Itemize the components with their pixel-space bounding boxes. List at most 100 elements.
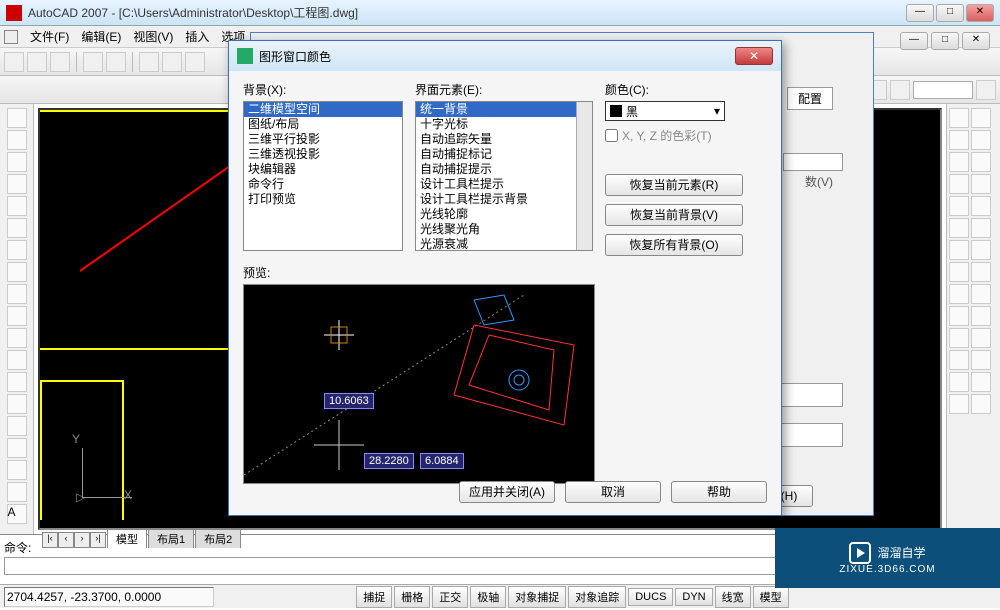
list-item[interactable]: 自动捕捉提示 bbox=[416, 162, 592, 177]
model-toggle[interactable]: 模型 bbox=[753, 586, 789, 608]
revcloud-icon[interactable] bbox=[7, 262, 27, 282]
ellipse-icon[interactable] bbox=[7, 306, 27, 326]
options-tab-config[interactable]: 配置 bbox=[787, 87, 833, 110]
print-icon[interactable] bbox=[83, 52, 103, 72]
list-item[interactable]: 块编辑器 bbox=[244, 162, 402, 177]
break-icon[interactable] bbox=[971, 218, 991, 238]
restore-element-button[interactable]: 恢复当前元素(R) bbox=[605, 174, 743, 196]
child-minimize-button[interactable]: — bbox=[900, 32, 928, 50]
rectangle-icon[interactable] bbox=[7, 196, 27, 216]
ellipsearc-icon[interactable] bbox=[7, 328, 27, 348]
stretch-icon[interactable] bbox=[949, 196, 969, 216]
context-listbox[interactable]: 二维模型空间 图纸/布局 三维平行投影 三维透视投影 块编辑器 命令行 打印预览 bbox=[243, 101, 403, 251]
menu-file[interactable]: 文件(F) bbox=[30, 28, 69, 45]
insert-icon[interactable] bbox=[7, 350, 27, 370]
lineweight-icon[interactable] bbox=[976, 80, 996, 100]
list-item[interactable]: 打印预览 bbox=[244, 192, 402, 207]
hatch-icon[interactable] bbox=[7, 416, 27, 436]
new-icon[interactable] bbox=[4, 52, 24, 72]
extend-icon[interactable] bbox=[949, 218, 969, 238]
tab-prev-icon[interactable]: ‹ bbox=[58, 532, 74, 548]
dim-ordinate-icon[interactable] bbox=[971, 328, 991, 348]
tint-checkbox[interactable]: X, Y, Z 的色彩(T) bbox=[605, 127, 743, 144]
region-icon[interactable] bbox=[7, 460, 27, 480]
copy2-icon[interactable] bbox=[971, 108, 991, 128]
dyn-toggle[interactable]: DYN bbox=[675, 588, 712, 606]
color-icon[interactable] bbox=[890, 80, 910, 100]
grid-toggle[interactable]: 栅格 bbox=[394, 586, 430, 608]
restore-context-button[interactable]: 恢复当前背景(V) bbox=[605, 204, 743, 226]
offset-icon[interactable] bbox=[971, 130, 991, 150]
maximize-button[interactable]: □ bbox=[936, 4, 964, 22]
list-item[interactable]: 光线轮廓 bbox=[416, 207, 592, 222]
scrollbar[interactable] bbox=[576, 102, 592, 250]
polar-toggle[interactable]: 极轴 bbox=[470, 586, 506, 608]
arc-icon[interactable] bbox=[7, 218, 27, 238]
list-item[interactable]: 十字光标 bbox=[416, 117, 592, 132]
copy-icon[interactable] bbox=[162, 52, 182, 72]
dim-diameter-icon[interactable] bbox=[971, 306, 991, 326]
close-button[interactable]: ✕ bbox=[966, 4, 994, 22]
dialog-close-button[interactable]: ✕ bbox=[735, 47, 773, 65]
list-item[interactable]: 命令行 bbox=[244, 177, 402, 192]
polygon-icon[interactable] bbox=[7, 174, 27, 194]
table-icon[interactable] bbox=[7, 482, 27, 502]
child-close-button[interactable]: ✕ bbox=[962, 32, 990, 50]
leader-icon[interactable] bbox=[949, 350, 969, 370]
dim-radius-icon[interactable] bbox=[949, 306, 969, 326]
tab-first-icon[interactable]: |‹ bbox=[42, 532, 58, 548]
apply-close-button[interactable]: 应用并关闭(A) bbox=[459, 481, 555, 503]
cut-icon[interactable] bbox=[139, 52, 159, 72]
list-item[interactable]: 统一背景 bbox=[416, 102, 592, 117]
list-item[interactable]: 图纸/布局 bbox=[244, 117, 402, 132]
center-icon[interactable] bbox=[949, 372, 969, 392]
paste-icon[interactable] bbox=[185, 52, 205, 72]
list-item[interactable]: 二维模型空间 bbox=[244, 102, 402, 117]
tolerance-icon[interactable] bbox=[971, 350, 991, 370]
dialog-title-bar[interactable]: 图形窗口颜色 ✕ bbox=[229, 41, 781, 71]
move-icon[interactable] bbox=[971, 152, 991, 172]
array-icon[interactable] bbox=[949, 152, 969, 172]
linetype-select[interactable] bbox=[913, 81, 973, 99]
rotate-icon[interactable] bbox=[949, 174, 969, 194]
open-icon[interactable] bbox=[27, 52, 47, 72]
erase-icon[interactable] bbox=[949, 108, 969, 128]
lwt-toggle[interactable]: 线宽 bbox=[715, 586, 751, 608]
mirror-icon[interactable] bbox=[949, 130, 969, 150]
spline-icon[interactable] bbox=[7, 284, 27, 304]
list-item[interactable]: 自动追踪矢量 bbox=[416, 132, 592, 147]
ortho-toggle[interactable]: 正交 bbox=[432, 586, 468, 608]
dim-linear-icon[interactable] bbox=[949, 284, 969, 304]
color-dropdown[interactable]: 黑 ▾ bbox=[605, 101, 725, 121]
minimize-button[interactable]: — bbox=[906, 4, 934, 22]
restore-all-button[interactable]: 恢复所有背景(O) bbox=[605, 234, 743, 256]
list-item[interactable]: 设计工具栏提示 bbox=[416, 177, 592, 192]
otrack-toggle[interactable]: 对象追踪 bbox=[568, 586, 626, 608]
scale-icon[interactable] bbox=[971, 174, 991, 194]
osnap-toggle[interactable]: 对象捕捉 bbox=[508, 586, 566, 608]
list-item[interactable]: 三维透视投影 bbox=[244, 147, 402, 162]
tab-last-icon[interactable]: ›| bbox=[90, 532, 106, 548]
join-icon[interactable] bbox=[949, 240, 969, 260]
dimtedit-icon[interactable] bbox=[949, 394, 969, 414]
menu-insert[interactable]: 插入 bbox=[185, 28, 209, 45]
child-maximize-button[interactable]: □ bbox=[931, 32, 959, 50]
dim-aligned-icon[interactable] bbox=[971, 284, 991, 304]
menu-edit[interactable]: 编辑(E) bbox=[81, 28, 121, 45]
list-item[interactable]: 三维平行投影 bbox=[244, 132, 402, 147]
explode-icon[interactable] bbox=[971, 262, 991, 282]
xline-icon[interactable] bbox=[7, 130, 27, 150]
tab-layout1[interactable]: 布局1 bbox=[148, 529, 194, 548]
element-listbox[interactable]: 统一背景 十字光标 自动追踪矢量 自动捕捉标记 自动捕捉提示 设计工具栏提示 设… bbox=[415, 101, 593, 251]
dim-angular-icon[interactable] bbox=[949, 328, 969, 348]
block-icon[interactable] bbox=[7, 372, 27, 392]
gradient-icon[interactable] bbox=[7, 438, 27, 458]
dimedit-icon[interactable] bbox=[971, 372, 991, 392]
cancel-button[interactable]: 取消 bbox=[565, 481, 661, 503]
fillet-icon[interactable] bbox=[949, 262, 969, 282]
tab-next-icon[interactable]: › bbox=[74, 532, 90, 548]
list-item[interactable]: 光线聚光角 bbox=[416, 222, 592, 237]
menu-view[interactable]: 视图(V) bbox=[133, 28, 173, 45]
save-icon[interactable] bbox=[50, 52, 70, 72]
ducs-toggle[interactable]: DUCS bbox=[628, 588, 673, 606]
